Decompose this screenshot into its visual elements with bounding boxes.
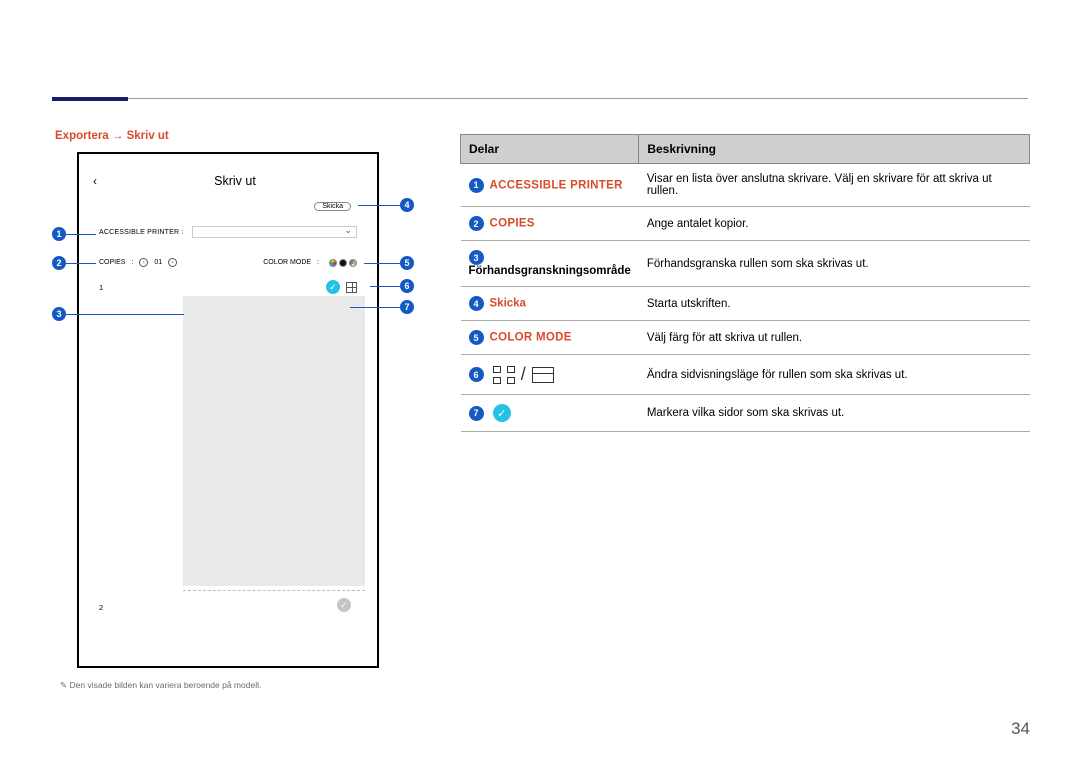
row-label: Förhandsgranskningsområde bbox=[469, 265, 631, 277]
page-divider bbox=[183, 590, 365, 591]
table-row: 5 COLOR MODE Välj färg för att skriva ut … bbox=[461, 321, 1030, 355]
grid-view-icon[interactable] bbox=[346, 282, 357, 293]
copies-plus[interactable]: › bbox=[168, 258, 177, 267]
table-row: 3Förhandsgranskningsområde Förhandsgrans… bbox=[461, 241, 1030, 287]
callout-6: 6 bbox=[400, 279, 414, 293]
callout-line bbox=[350, 307, 400, 308]
copies-label: COPIES bbox=[99, 259, 125, 266]
callout-line bbox=[66, 234, 96, 235]
callout-1: 1 bbox=[52, 227, 66, 241]
parts-table: Delar Beskrivning 1 ACCESSIBLE PRINTER Vi… bbox=[460, 134, 1030, 432]
row-desc: Förhandsgranska rullen som ska skrivas u… bbox=[639, 241, 1030, 287]
copies-minus[interactable]: ‹ bbox=[139, 258, 148, 267]
table-row: 6 / Ändra sidvisningsläge för rullen som… bbox=[461, 355, 1030, 395]
callout-line bbox=[370, 286, 400, 287]
colormode-label: COLOR MODE bbox=[263, 259, 311, 266]
screen-title: Skriv ut bbox=[107, 174, 363, 188]
table-header-desc: Beskrivning bbox=[639, 135, 1030, 164]
row-desc: Markera vilka sidor som ska skrivas ut. bbox=[639, 395, 1030, 432]
row-label: COLOR MODE bbox=[490, 332, 572, 344]
row-badge: 4 bbox=[469, 296, 484, 311]
row-badge: 1 bbox=[469, 178, 484, 193]
row-desc: Ändra sidvisningsläge för rullen som ska… bbox=[639, 355, 1030, 395]
bw-icon[interactable] bbox=[339, 259, 347, 267]
row-label: ACCESSIBLE PRINTER bbox=[490, 179, 623, 191]
table-row: 1 ACCESSIBLE PRINTER Visar en lista över … bbox=[461, 164, 1030, 207]
row-label: Skicka bbox=[490, 298, 526, 310]
callout-3: 3 bbox=[52, 307, 66, 321]
breadcrumb: Exportera → Skriv ut bbox=[55, 130, 169, 142]
slash-icon: / bbox=[521, 364, 526, 385]
header-rule bbox=[52, 98, 1028, 99]
check-icon: ✓ bbox=[493, 404, 511, 422]
color-icon[interactable] bbox=[329, 259, 337, 267]
row-badge: 3 bbox=[469, 250, 484, 265]
copies-value: 01 bbox=[154, 259, 162, 266]
row-label: COPIES bbox=[490, 218, 535, 230]
page-preview-1 bbox=[183, 296, 365, 586]
header-accent bbox=[52, 97, 128, 101]
view-icons: / bbox=[493, 364, 554, 385]
single-view-icon bbox=[532, 367, 554, 383]
page-number: 34 bbox=[1011, 719, 1030, 739]
row-badge: 6 bbox=[469, 367, 484, 382]
back-icon[interactable]: ‹ bbox=[93, 174, 107, 188]
printer-dropdown[interactable] bbox=[192, 226, 357, 238]
colormode-options[interactable] bbox=[329, 259, 357, 267]
page-select-checked-icon[interactable]: ✓ bbox=[326, 280, 340, 294]
callout-line bbox=[364, 263, 400, 264]
page-number-1: 1 bbox=[99, 283, 179, 292]
table-row: 7 ✓ Markera vilka sidor som ska skrivas … bbox=[461, 395, 1030, 432]
grid-view-icon bbox=[493, 366, 515, 384]
table-header-parts: Delar bbox=[461, 135, 639, 164]
row-desc: Starta utskriften. bbox=[639, 287, 1030, 321]
callout-line bbox=[66, 314, 184, 315]
printer-label: ACCESSIBLE PRINTER : bbox=[99, 229, 184, 236]
callout-7: 7 bbox=[400, 300, 414, 314]
callout-line bbox=[358, 205, 400, 206]
table-row: 2 COPIES Ange antalet kopior. bbox=[461, 207, 1030, 241]
grey-icon[interactable] bbox=[349, 259, 357, 267]
footnote: Den visade bilden kan variera beroende p… bbox=[60, 680, 261, 691]
callout-line bbox=[66, 263, 96, 264]
row-desc: Ange antalet kopior. bbox=[639, 207, 1030, 241]
row-desc: Visar en lista över anslutna skrivare. V… bbox=[639, 164, 1030, 207]
page-number-2: 2 bbox=[99, 603, 179, 612]
table-row: 4 Skicka Starta utskriften. bbox=[461, 287, 1030, 321]
page-select-unchecked-icon[interactable]: ✓ bbox=[337, 598, 351, 612]
phone-screenshot: ‹ Skriv ut Skicka ACCESSIBLE PRINTER : C… bbox=[77, 152, 379, 668]
row-desc: Välj färg för att skriva ut rullen. bbox=[639, 321, 1030, 355]
callout-5: 5 bbox=[400, 256, 414, 270]
row-badge: 2 bbox=[469, 216, 484, 231]
row-badge: 7 bbox=[469, 406, 484, 421]
callout-2: 2 bbox=[52, 256, 66, 270]
send-button[interactable]: Skicka bbox=[314, 202, 351, 211]
row-badge: 5 bbox=[469, 330, 484, 345]
callout-4: 4 bbox=[400, 198, 414, 212]
